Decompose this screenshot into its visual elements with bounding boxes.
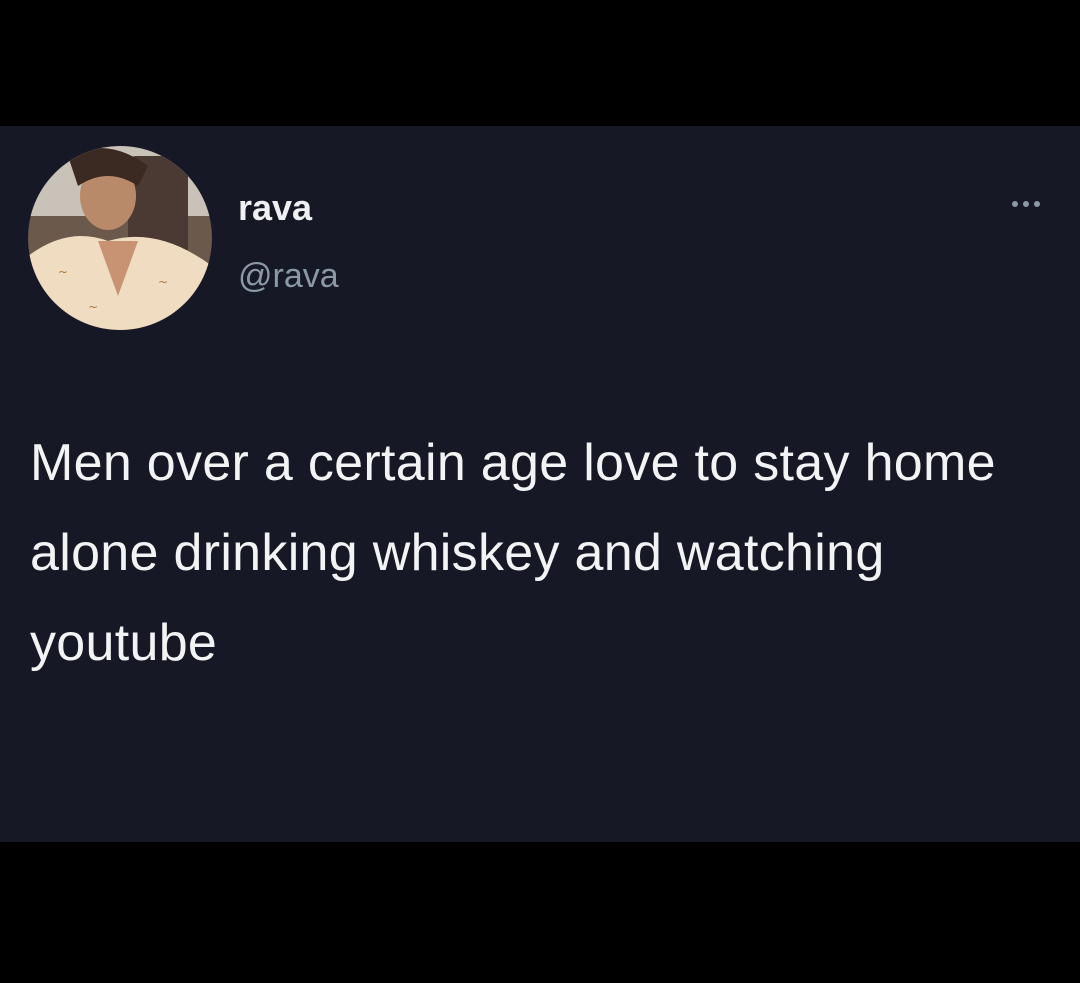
tweet-card: ~ ~ ~ ~ rava @rava Men over a certain ag…: [0, 126, 1080, 842]
avatar-image: ~ ~ ~ ~: [28, 146, 212, 330]
svg-text:~: ~: [88, 300, 98, 314]
dot: [1034, 201, 1040, 207]
tweet-text: Men over a certain age love to stay home…: [30, 434, 996, 672]
user-handle[interactable]: @rava: [238, 254, 339, 298]
avatar[interactable]: ~ ~ ~ ~: [28, 146, 212, 330]
display-name[interactable]: rava: [238, 186, 312, 230]
more-horizontal-icon[interactable]: [1000, 192, 1052, 216]
svg-text:~: ~: [58, 265, 68, 279]
screenshot-frame: ~ ~ ~ ~ rava @rava Men over a certain ag…: [0, 0, 1080, 983]
dot: [1023, 201, 1029, 207]
dot: [1012, 201, 1018, 207]
svg-text:~: ~: [178, 305, 188, 319]
svg-text:~: ~: [158, 275, 168, 289]
